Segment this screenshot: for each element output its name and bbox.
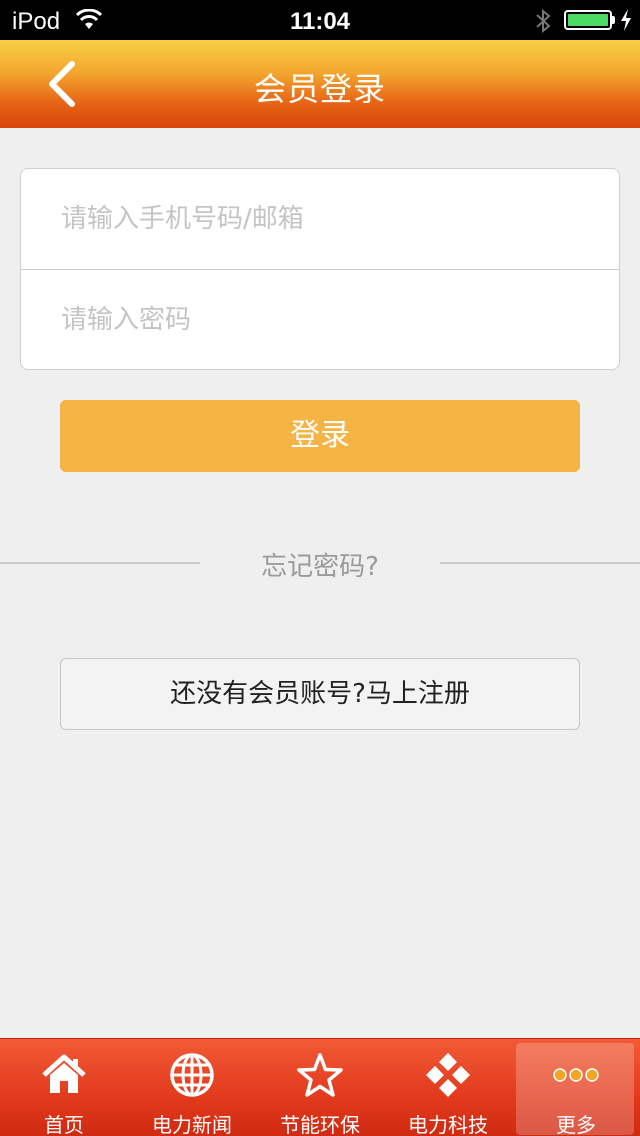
- password-input[interactable]: [21, 270, 619, 369]
- bluetooth-icon: [536, 8, 551, 34]
- battery-icon: [564, 10, 612, 30]
- login-form: [20, 168, 620, 370]
- tab-bar: 首页 电力新闻 节能环保 电力科技 更多: [0, 1038, 640, 1136]
- account-input[interactable]: [21, 169, 619, 269]
- more-dots-icon: [553, 1068, 599, 1082]
- star-icon: [297, 1053, 343, 1097]
- divider-line: [0, 562, 200, 564]
- tab-label: 电力科技: [408, 1113, 488, 1136]
- charging-icon: [621, 9, 631, 31]
- forgot-password-row: 忘记密码?: [0, 540, 640, 586]
- globe-icon: [170, 1053, 214, 1097]
- tab-power-news[interactable]: 电力新闻: [128, 1039, 256, 1136]
- tab-more[interactable]: 更多: [512, 1039, 640, 1136]
- tab-energy-saving[interactable]: 节能环保: [256, 1039, 384, 1136]
- diamond-grid-icon: [426, 1053, 470, 1097]
- battery-tip: [612, 16, 615, 24]
- divider-line: [440, 562, 640, 564]
- forgot-password-link[interactable]: 忘记密码?: [200, 546, 440, 583]
- status-bar: iPod 11:04: [0, 0, 640, 40]
- tab-label: 节能环保: [280, 1113, 360, 1136]
- register-button[interactable]: 还没有会员账号?马上注册: [60, 658, 580, 730]
- nav-bar: 会员登录: [0, 40, 640, 128]
- page-title: 会员登录: [253, 70, 386, 108]
- tab-label: 首页: [44, 1113, 84, 1136]
- tab-home[interactable]: 首页: [0, 1039, 128, 1136]
- battery-fill: [568, 14, 608, 26]
- tab-power-tech[interactable]: 电力科技: [384, 1039, 512, 1136]
- home-icon: [42, 1054, 86, 1093]
- tab-label: 更多: [556, 1113, 596, 1136]
- tab-label: 电力新闻: [152, 1113, 232, 1136]
- login-button[interactable]: 登录: [60, 400, 580, 472]
